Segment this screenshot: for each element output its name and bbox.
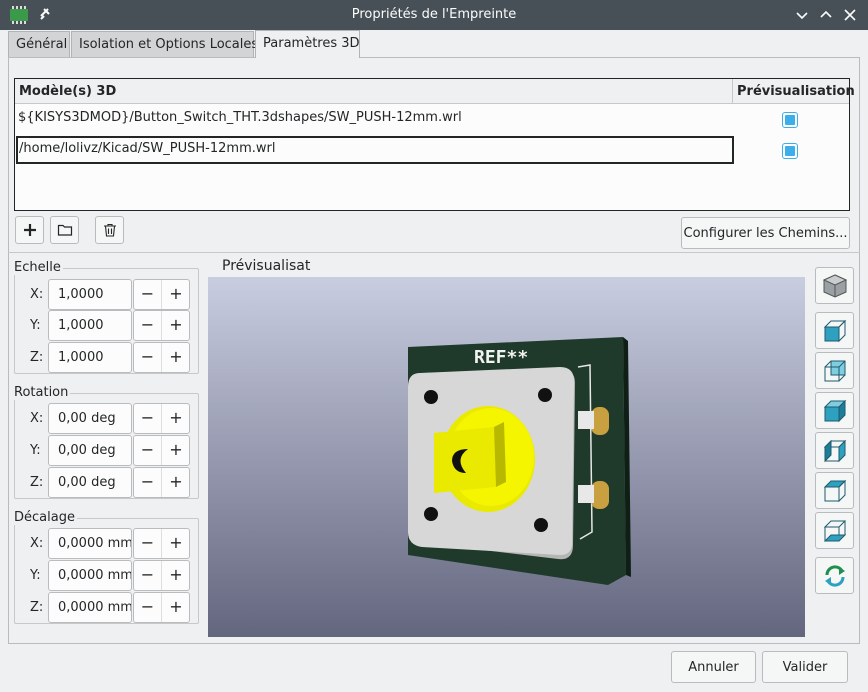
minus-icon[interactable]: − <box>134 311 162 340</box>
table-row[interactable]: ${KISYS3DMOD}/Button_Switch_THT.3dshapes… <box>15 105 849 135</box>
plus-icon[interactable]: + <box>162 468 190 497</box>
minus-icon[interactable]: − <box>134 280 162 309</box>
offset-y-label: Y: <box>30 568 41 583</box>
scale-x-stepper[interactable]: − + <box>133 279 190 310</box>
plus-icon[interactable]: + <box>162 529 190 558</box>
offset-z-stepper[interactable]: − + <box>133 592 190 623</box>
plus-icon[interactable]: + <box>162 593 190 622</box>
offset-z-label: Z: <box>30 600 44 615</box>
tab-isolation[interactable]: Isolation et Options Locales <box>71 31 258 58</box>
view-top-icon <box>823 479 847 503</box>
rotation-x-stepper[interactable]: − + <box>133 403 190 434</box>
browse-model-button[interactable] <box>50 216 79 244</box>
model-path[interactable]: ${KISYS3DMOD}/Button_Switch_THT.3dshapes… <box>18 110 462 125</box>
window-title: Propriétés de l'Empreinte <box>351 7 517 22</box>
divider <box>8 252 860 253</box>
3d-model-render: REF** <box>408 337 631 585</box>
plus-icon[interactable]: + <box>162 436 190 465</box>
offset-x-label: X: <box>30 536 44 551</box>
view-right-icon <box>823 439 847 463</box>
preview-checkbox[interactable] <box>782 112 798 128</box>
scale-x-label: X: <box>30 287 44 302</box>
view-back-button[interactable] <box>815 352 854 389</box>
add-model-button[interactable] <box>15 216 44 244</box>
minus-icon[interactable]: − <box>134 436 162 465</box>
model-path-editor[interactable]: /home/lolivz/Kicad/SW_PUSH-12mm.wrl <box>16 136 734 164</box>
maximize-icon[interactable] <box>816 5 836 25</box>
scale-z-stepper[interactable]: − + <box>133 342 190 373</box>
trash-icon <box>103 223 116 237</box>
rotation-x-input[interactable]: 0,00 deg <box>48 403 132 434</box>
view-left-button[interactable] <box>815 392 854 429</box>
view-front-icon <box>823 319 847 343</box>
plus-icon[interactable]: + <box>162 404 190 433</box>
col-header-preview[interactable]: Prévisualisation <box>732 79 855 103</box>
plus-icon[interactable]: + <box>162 343 190 372</box>
rotation-z-stepper[interactable]: − + <box>133 467 190 498</box>
scale-y-label: Y: <box>30 318 41 333</box>
reload-icon <box>825 565 845 587</box>
table-row[interactable]: /home/lolivz/Kicad/SW_PUSH-12mm.wrl <box>15 135 849 165</box>
scale-z-label: Z: <box>30 350 44 365</box>
minus-icon[interactable]: − <box>134 593 162 622</box>
preview-checkbox[interactable] <box>782 143 798 159</box>
tab-3d-settings[interactable]: Paramètres 3D <box>255 30 360 58</box>
scale-x-input[interactable]: 1,0000 <box>48 279 132 310</box>
tab-general[interactable]: Général <box>8 31 70 58</box>
folder-icon <box>57 224 72 236</box>
cancel-button[interactable]: Annuler <box>671 651 756 683</box>
rotation-x-label: X: <box>30 411 44 426</box>
configure-paths-button[interactable]: Configurer les Chemins... <box>681 217 850 249</box>
offset-y-input[interactable]: 0,0000 mm <box>48 560 132 591</box>
view-3d-button[interactable] <box>815 267 854 304</box>
rotation-z-label: Z: <box>30 475 44 490</box>
minimize-icon[interactable] <box>792 5 812 25</box>
view-front-button[interactable] <box>815 312 854 349</box>
delete-model-button[interactable] <box>95 216 124 244</box>
scale-group-title: Echelle <box>14 260 63 275</box>
col-header-model[interactable]: Modèle(s) 3D <box>19 84 116 99</box>
view-back-icon <box>824 360 846 382</box>
minus-icon[interactable]: − <box>134 404 162 433</box>
models-table[interactable]: Modèle(s) 3D Prévisualisation ${KISYS3DM… <box>14 78 855 211</box>
close-icon[interactable] <box>840 5 860 25</box>
plus-icon[interactable]: + <box>162 561 190 590</box>
minus-icon[interactable]: − <box>134 343 162 372</box>
offset-x-input[interactable]: 0,0000 mm <box>48 528 132 559</box>
ok-button[interactable]: Valider <box>762 651 848 683</box>
rotation-y-stepper[interactable]: − + <box>133 435 190 466</box>
rotation-z-input[interactable]: 0,00 deg <box>48 467 132 498</box>
offset-x-stepper[interactable]: − + <box>133 528 190 559</box>
offset-z-input[interactable]: 0,0000 mm <box>48 592 132 623</box>
rotation-group-title: Rotation <box>14 385 71 400</box>
view-bottom-button[interactable] <box>815 512 854 549</box>
view-left-icon <box>823 399 847 423</box>
minus-icon[interactable]: − <box>134 468 162 497</box>
view-right-button[interactable] <box>815 432 854 469</box>
scale-z-input[interactable]: 1,0000 <box>48 342 132 373</box>
3d-preview-viewport[interactable]: REF** <box>208 277 805 637</box>
minus-icon[interactable]: − <box>134 561 162 590</box>
preview-label: Prévisualisat <box>222 258 311 274</box>
scale-y-stepper[interactable]: − + <box>133 310 190 341</box>
rotation-y-input[interactable]: 0,00 deg <box>48 435 132 466</box>
view-top-button[interactable] <box>815 472 854 509</box>
models-table-header: Modèle(s) 3D Prévisualisation <box>15 79 855 104</box>
view-bottom-icon <box>823 520 847 542</box>
offset-group-title: Décalage <box>14 510 77 525</box>
plus-icon[interactable]: + <box>162 311 190 340</box>
minus-icon[interactable]: − <box>134 529 162 558</box>
scale-y-input[interactable]: 1,0000 <box>48 310 132 341</box>
rotation-y-label: Y: <box>30 443 41 458</box>
ref-designator-text: REF** <box>474 347 528 368</box>
plus-icon <box>23 224 36 236</box>
plus-icon[interactable]: + <box>162 280 190 309</box>
window-titlebar: Propriétés de l'Empreinte <box>0 0 868 30</box>
reload-button[interactable] <box>815 557 854 594</box>
offset-y-stepper[interactable]: − + <box>133 560 190 591</box>
view-3d-icon <box>822 274 848 298</box>
